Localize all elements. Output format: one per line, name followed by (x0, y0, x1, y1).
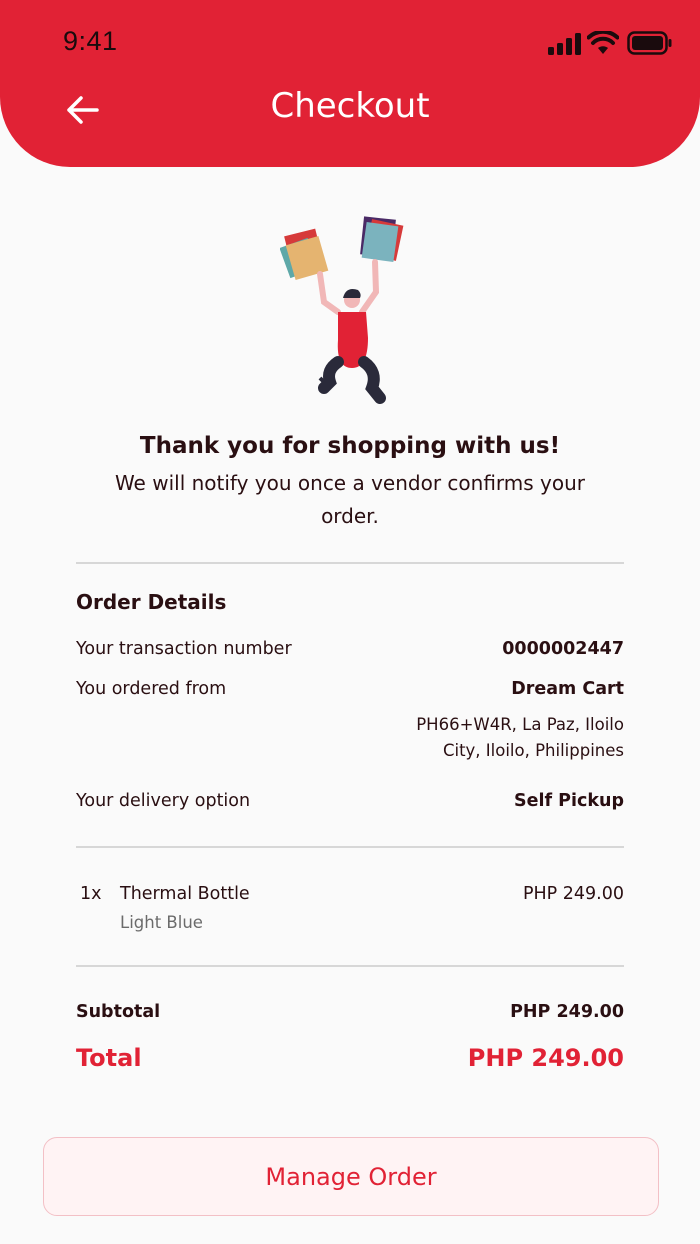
divider (76, 846, 624, 848)
shopping-celebration-illustration (280, 216, 404, 404)
battery-icon (627, 31, 672, 55)
wifi-icon (587, 31, 619, 54)
total-label: Total (76, 1044, 142, 1072)
ordered-from-label: You ordered from (76, 679, 227, 699)
total-value: PHP 249.00 (467, 1044, 624, 1072)
item-quantity: 1x (80, 884, 102, 904)
delivery-option-value: Self Pickup (514, 791, 624, 811)
delivery-option-label: Your delivery option (76, 791, 251, 811)
divider (76, 562, 624, 564)
store-address: PH66+W4R, La Paz, Iloilo City, Iloilo, P… (416, 715, 624, 760)
manage-order-button[interactable]: Manage Order (43, 1137, 659, 1216)
subtotal-value: PHP 249.00 (510, 1002, 624, 1022)
store-name: Dream Cart (511, 679, 624, 699)
thank-you-heading: Thank you for shopping with us! (139, 433, 561, 459)
thank-you-message: We will notify you once a vendor confirm… (114, 471, 586, 528)
item-price: PHP 249.00 (522, 884, 624, 904)
app-header: 9:41 Checkout (0, 0, 700, 167)
transaction-number-label: Your transaction number (76, 639, 292, 659)
item-variant: Light Blue (120, 913, 203, 932)
status-time: 9:41 (63, 26, 118, 56)
divider (76, 965, 624, 967)
order-details-heading: Order Details (76, 590, 227, 614)
transaction-number-value: 0000002447 (502, 639, 624, 659)
cellular-signal-icon (548, 33, 581, 55)
page-title: Checkout (270, 86, 430, 126)
item-name: Thermal Bottle (120, 884, 250, 904)
subtotal-label: Subtotal (76, 1002, 161, 1022)
